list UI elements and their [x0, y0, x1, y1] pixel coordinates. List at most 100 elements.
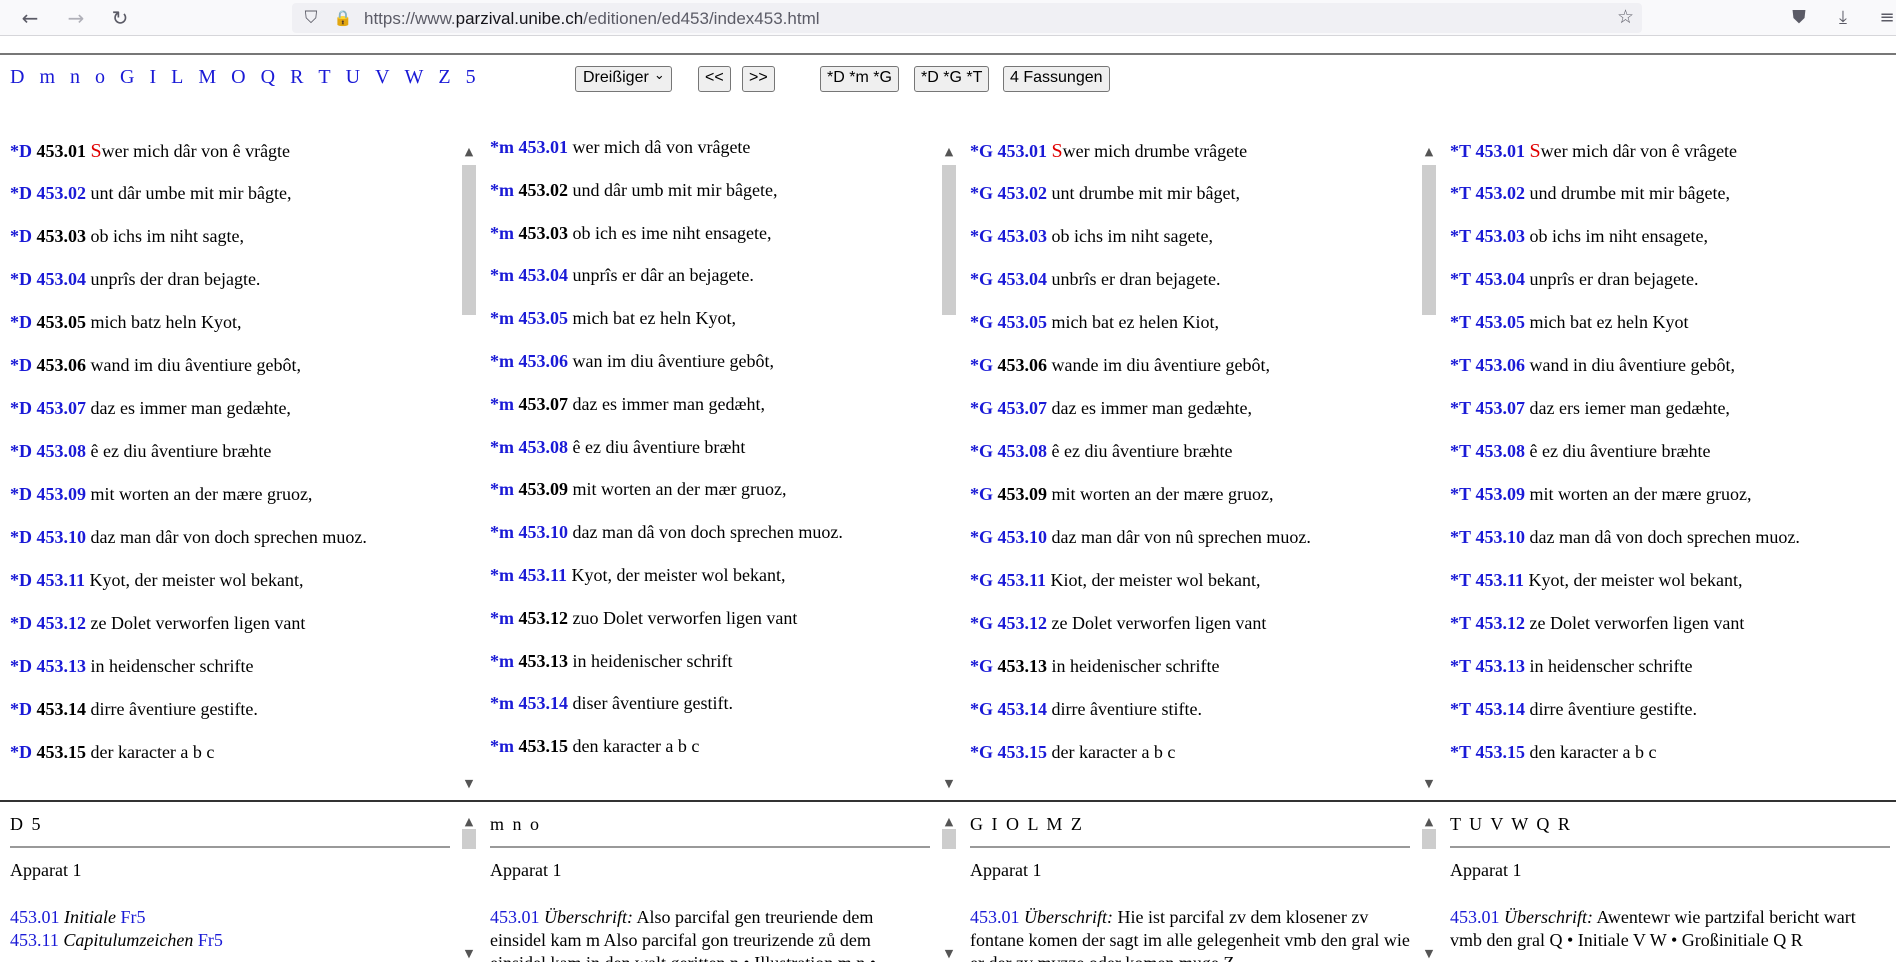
verse-number[interactable]: 453.01: [1476, 141, 1526, 161]
scrollbar[interactable]: ▲ ▼: [940, 145, 958, 795]
verse-number[interactable]: 453.07: [998, 398, 1048, 418]
verse-number[interactable]: 453.15: [1476, 742, 1526, 762]
forward-arrow-icon[interactable]: →: [62, 4, 90, 32]
siglum-link-o[interactable]: O: [231, 66, 245, 89]
verse-number[interactable]: 453.14: [519, 693, 569, 713]
verse-number[interactable]: 453.10: [519, 522, 569, 542]
verse-number[interactable]: 453.10: [998, 527, 1048, 547]
siglum-link-n[interactable]: n: [70, 66, 80, 89]
verse-number[interactable]: 453.02: [1476, 183, 1526, 203]
verse-number[interactable]: 453.10: [1476, 527, 1526, 547]
verse-number[interactable]: 453.13: [37, 656, 87, 676]
verse-number[interactable]: 453.02: [998, 183, 1048, 203]
verse-number[interactable]: 453.09: [37, 484, 87, 504]
verse-number[interactable]: 453.06: [519, 351, 569, 371]
siglum-link-m[interactable]: m: [39, 66, 55, 89]
next-button[interactable]: >>: [742, 66, 775, 92]
manuscript-link[interactable]: Fr5: [198, 930, 223, 950]
verse-number[interactable]: 453.14: [1476, 699, 1526, 719]
verse-number[interactable]: 453.07: [1476, 398, 1526, 418]
siglum-link-w[interactable]: W: [405, 66, 424, 89]
siglum-label: *G: [970, 484, 994, 504]
verse-number[interactable]: 453.08: [998, 441, 1048, 461]
verse-text: daz man dâ von doch sprechen muoz.: [1529, 527, 1800, 547]
verse-number[interactable]: 453.01: [519, 137, 569, 157]
verse-number[interactable]: 453.05: [1476, 312, 1526, 332]
verse-line: *T 453.07 daz ers iemer man gedæhte,: [1450, 398, 1730, 419]
scrollbar[interactable]: ▲ ▼: [460, 815, 478, 962]
siglum-link-l[interactable]: L: [171, 66, 183, 89]
verse-number[interactable]: 453.05: [998, 312, 1048, 332]
siglum-link-m[interactable]: M: [198, 66, 216, 89]
verse-number[interactable]: 453.11: [37, 570, 86, 590]
verse-number[interactable]: 453.04: [998, 269, 1048, 289]
reload-icon[interactable]: ↻: [106, 4, 134, 32]
scrollbar[interactable]: ▲ ▼: [460, 145, 478, 795]
view-dgt-button[interactable]: *D *G *T: [914, 66, 990, 92]
siglum-label: *T: [1450, 570, 1472, 590]
verse-number[interactable]: 453.06: [1476, 355, 1526, 375]
view-dmg-button[interactable]: *D *m *G: [820, 66, 899, 92]
siglum-link-d[interactable]: D: [10, 66, 24, 89]
siglum-link-t[interactable]: T: [318, 66, 330, 89]
verse-number[interactable]: 453.11: [1476, 570, 1525, 590]
verse-number[interactable]: 453.04: [1476, 269, 1526, 289]
view-4-fassungen-button[interactable]: 4 Fassungen: [1003, 66, 1110, 92]
verse-reference-link[interactable]: 453.01: [490, 907, 540, 927]
pocket-icon[interactable]: ⛊: [1786, 5, 1812, 31]
bookmark-star-icon[interactable]: ☆: [1617, 6, 1634, 28]
verse-text: unt dâr umbe mit mir bâgte,: [90, 183, 292, 203]
prev-button[interactable]: <<: [698, 66, 731, 92]
verse-number[interactable]: 453.04: [37, 269, 87, 289]
manuscript-link[interactable]: Fr5: [121, 907, 146, 927]
verse-line: *T 453.08 ê ez diu âventiure bræhte: [1450, 441, 1710, 462]
verse-number[interactable]: 453.11: [998, 570, 1047, 590]
siglum-link-o[interactable]: o: [95, 66, 105, 89]
verse-number[interactable]: 453.09: [1476, 484, 1526, 504]
verse-number[interactable]: 453.04: [519, 265, 569, 285]
siglum-link-i[interactable]: I: [149, 66, 156, 89]
siglum-link-z[interactable]: Z: [438, 66, 450, 89]
siglum-link-5[interactable]: 5: [466, 66, 476, 89]
verse-text: Kyot, der meister wol bekant,: [89, 570, 304, 590]
download-icon[interactable]: ⤓: [1830, 5, 1856, 31]
section-select[interactable]: Dreißiger ⌄: [575, 66, 672, 92]
scrollbar[interactable]: ▲ ▼: [1420, 145, 1438, 795]
verse-number[interactable]: 453.12: [998, 613, 1048, 633]
siglum-link-r[interactable]: R: [290, 66, 303, 89]
verse-number[interactable]: 453.02: [37, 183, 87, 203]
verse-number[interactable]: 453.11: [519, 565, 568, 585]
verse-number[interactable]: 453.05: [519, 308, 569, 328]
url-text[interactable]: https://www.parzival.unibe.ch/editionen/…: [364, 9, 820, 29]
scrollbar[interactable]: ▲ ▼: [940, 815, 958, 962]
verse-number[interactable]: 453.03: [1476, 226, 1526, 246]
menu-icon[interactable]: ≡: [1874, 5, 1896, 31]
address-bar[interactable]: ⛉ 🔒 https://www.parzival.unibe.ch/editio…: [292, 3, 1642, 33]
verse-number[interactable]: 453.10: [37, 527, 87, 547]
scrollbar[interactable]: ▲ ▼: [1420, 815, 1438, 962]
verse-number[interactable]: 453.08: [1476, 441, 1526, 461]
verse-line: *D 453.07 daz es immer man gedæhte,: [10, 398, 291, 419]
verse-number[interactable]: 453.08: [37, 441, 87, 461]
verse-reference-link[interactable]: 453.11: [10, 930, 59, 950]
verse-reference-link[interactable]: 453.01: [1450, 907, 1500, 927]
verse-number[interactable]: 453.08: [519, 437, 569, 457]
verse-number[interactable]: 453.13: [1476, 656, 1526, 676]
siglum-link-u[interactable]: U: [346, 66, 360, 89]
siglum-link-g[interactable]: G: [120, 66, 134, 89]
shield-icon[interactable]: ⛉: [300, 7, 322, 29]
verse-number[interactable]: 453.12: [37, 613, 87, 633]
verse-number[interactable]: 453.03: [998, 226, 1048, 246]
verse-number[interactable]: 453.12: [1476, 613, 1526, 633]
siglum-link-q[interactable]: Q: [261, 66, 275, 89]
lock-icon[interactable]: 🔒: [332, 7, 354, 29]
verse-number[interactable]: 453.07: [37, 398, 87, 418]
verse-reference-link[interactable]: 453.01: [10, 907, 60, 927]
verse-number[interactable]: 453.14: [998, 699, 1048, 719]
verse-number[interactable]: 453.15: [998, 742, 1048, 762]
verse-reference-link[interactable]: 453.01: [970, 907, 1020, 927]
verse-number[interactable]: 453.01: [998, 141, 1048, 161]
back-arrow-icon[interactable]: ←: [16, 4, 44, 32]
siglum-link-v[interactable]: V: [375, 66, 389, 89]
verse-line: *m 453.13 in heidenischer schrift: [490, 651, 732, 672]
